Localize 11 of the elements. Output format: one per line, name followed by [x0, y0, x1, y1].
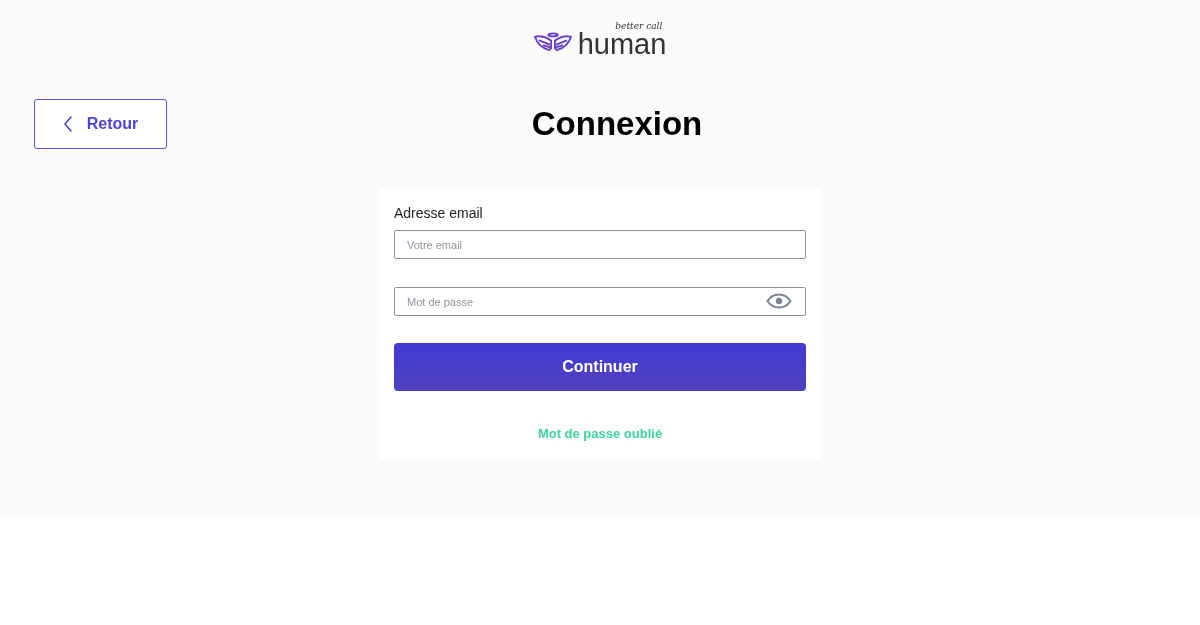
- page-title: Connexion: [531, 105, 703, 143]
- chevron-left-icon: [62, 116, 73, 132]
- continue-button[interactable]: Continuer: [394, 343, 806, 391]
- back-button[interactable]: Retour: [34, 99, 167, 149]
- eye-icon[interactable]: [766, 293, 792, 309]
- email-field[interactable]: Votre email: [394, 230, 806, 259]
- email-label: Adresse email: [394, 205, 484, 221]
- logo-tagline: better call: [615, 21, 663, 31]
- password-field[interactable]: Mot de passe: [394, 287, 806, 316]
- logo-wordmark: human: [577, 31, 667, 57]
- angel-wings-icon: [533, 31, 572, 54]
